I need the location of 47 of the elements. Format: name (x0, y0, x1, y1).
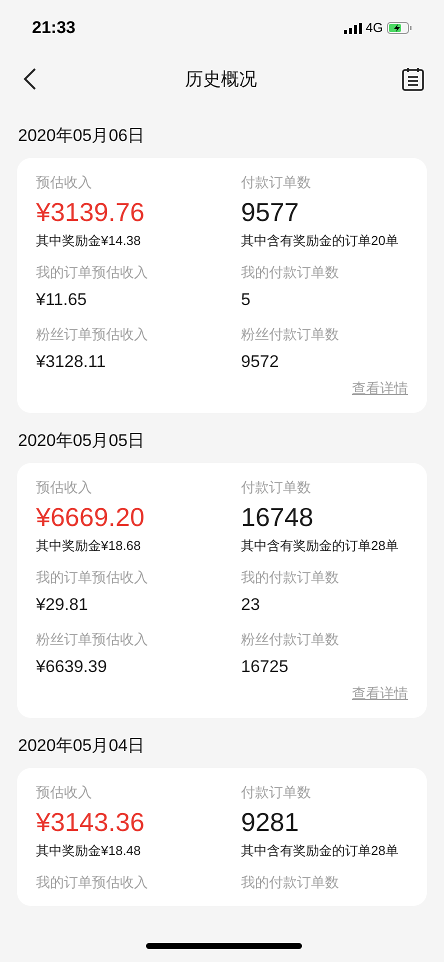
page-title: 历史概况 (185, 68, 257, 90)
signal-icon (344, 22, 362, 34)
metric-label: 我的订单预估收入 (36, 873, 149, 892)
date-heading: 2020年05月04日 (17, 735, 146, 757)
date-heading: 2020年05月06日 (17, 125, 146, 147)
metric-label: 我的订单预估收入 (36, 568, 149, 587)
metric-value: ¥3128.11 (36, 351, 107, 373)
metric-label: 付款订单数 (241, 478, 312, 497)
metric-value: 5 (241, 289, 252, 311)
metric-note: 其中含有奖励金的订单20单 (241, 232, 400, 250)
metric-note: 其中奖励金¥18.68 (36, 537, 142, 555)
metric-value: ¥6669.20 (36, 501, 146, 534)
metric-label: 预估收入 (36, 478, 93, 497)
metric-label: 付款订单数 (241, 783, 312, 802)
metric-value: 23 (241, 594, 261, 616)
metric-note: 其中奖励金¥18.48 (36, 842, 142, 860)
metric-value: 16725 (241, 656, 290, 678)
network-label: 4G (366, 19, 383, 38)
metric-label: 我的付款订单数 (241, 873, 340, 892)
view-details-link[interactable]: 查看详情 (352, 683, 408, 704)
metric-value: ¥3139.76 (36, 196, 146, 229)
metric-label: 我的付款订单数 (241, 263, 340, 282)
metric-label: 我的订单预估收入 (36, 263, 149, 282)
metric-value: 9577 (241, 196, 300, 229)
metric-value: ¥6639.39 (36, 656, 108, 678)
metric-label: 预估收入 (36, 173, 93, 192)
metric-value: ¥11.65 (36, 289, 88, 311)
date-heading: 2020年05月05日 (17, 430, 146, 452)
metric-label: 预估收入 (36, 783, 93, 802)
metric-value: 16748 (241, 501, 314, 534)
metric-label: 粉丝付款订单数 (241, 630, 340, 649)
metric-note: 其中含有奖励金的订单28单 (241, 537, 400, 555)
metric-value: 9572 (241, 351, 280, 373)
metric-label: 我的付款订单数 (241, 568, 340, 587)
metric-note: 其中奖励金¥14.38 (36, 232, 142, 250)
metric-label: 粉丝订单预估收入 (36, 325, 149, 344)
metric-value: ¥3143.36 (36, 806, 146, 839)
metric-value: 9281 (241, 806, 300, 839)
metric-label: 粉丝付款订单数 (241, 325, 340, 344)
status-time: 21:33 (32, 17, 76, 40)
metric-note: 其中含有奖励金的订单28单 (241, 842, 400, 860)
view-details-link[interactable]: 查看详情 (352, 378, 408, 399)
battery-icon (387, 22, 412, 34)
metric-label: 付款订单数 (241, 173, 312, 192)
metric-label: 粉丝订单预估收入 (36, 630, 149, 649)
calendar-button[interactable] (400, 66, 426, 92)
metric-value: ¥29.81 (36, 594, 89, 616)
